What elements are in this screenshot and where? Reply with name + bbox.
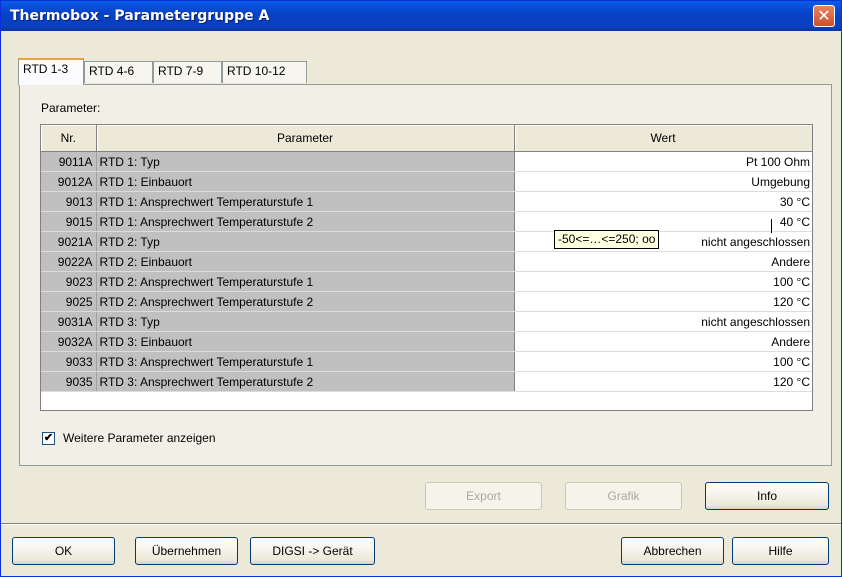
row-parameter: RTD 2: Typ — [96, 231, 515, 252]
window-title: Thermobox - Parametergruppe A — [10, 8, 270, 24]
close-icon[interactable]: ✕ — [813, 5, 835, 27]
row-nr: 9033 — [41, 351, 97, 372]
tab-rtd-4-6[interactable]: RTD 4-6 — [84, 61, 153, 83]
title-bar[interactable]: Thermobox - Parametergruppe A ✕ — [1, 1, 841, 31]
row-nr: 9015 — [41, 211, 97, 232]
text-cursor — [771, 219, 772, 233]
row-nr: 9035 — [41, 371, 97, 392]
row-value[interactable]: 30 °C — [514, 191, 812, 212]
row-nr: 9025 — [41, 291, 97, 312]
row-parameter: RTD 1: Ansprechwert Temperaturstufe 2 — [96, 211, 515, 232]
header-wert[interactable]: Wert — [514, 125, 812, 152]
row-value[interactable]: Umgebung — [514, 171, 812, 192]
parameter-section-label: Parameter: — [41, 101, 101, 115]
abbrechen-button[interactable]: Abbrechen — [621, 537, 724, 565]
row-value[interactable]: 100 °C — [514, 271, 812, 292]
row-value[interactable]: Andere — [514, 251, 812, 272]
row-nr: 9022A — [41, 251, 97, 272]
show-more-parameters-checkbox[interactable]: ✔ — [42, 432, 55, 445]
show-more-parameters-label[interactable]: Weitere Parameter anzeigen — [63, 431, 216, 445]
value-range-tooltip: -50<=…<=250; oo — [554, 230, 660, 249]
table-row[interactable]: 9023 RTD 2: Ansprechwert Temperaturstufe … — [41, 271, 812, 292]
row-nr: 9031A — [41, 311, 97, 332]
table-row[interactable]: 9033 RTD 3: Ansprechwert Temperaturstufe … — [41, 351, 812, 372]
separator — [1, 523, 841, 525]
header-parameter[interactable]: Parameter — [96, 125, 515, 152]
table-row[interactable]: 9015 RTD 1: Ansprechwert Temperaturstufe … — [41, 211, 812, 232]
row-nr: 9013 — [41, 191, 97, 212]
uebernehmen-button[interactable]: Übernehmen — [135, 537, 238, 565]
export-button[interactable]: Export — [425, 482, 542, 510]
ok-button[interactable]: OK — [12, 537, 115, 565]
table-row[interactable]: 9031A RTD 3: Typ nicht angeschlossen — [41, 311, 812, 332]
table-row[interactable]: 9032A RTD 3: Einbauort Andere — [41, 331, 812, 352]
tab-rtd-1-3[interactable]: RTD 1-3 — [18, 58, 84, 85]
row-value[interactable]: Andere — [514, 331, 812, 352]
tab-rtd-10-12[interactable]: RTD 10-12 — [222, 61, 307, 83]
info-button[interactable]: Info — [705, 482, 829, 510]
row-parameter: RTD 3: Typ — [96, 311, 515, 332]
row-parameter: RTD 1: Einbauort — [96, 171, 515, 192]
dialog-window: Thermobox - Parametergruppe A ✕ RTD 1-3 … — [0, 0, 842, 577]
row-parameter: RTD 2: Ansprechwert Temperaturstufe 2 — [96, 291, 515, 312]
row-parameter: RTD 3: Ansprechwert Temperaturstufe 1 — [96, 351, 515, 372]
table-row[interactable]: 9012A RTD 1: Einbauort Umgebung — [41, 171, 812, 192]
tab-rtd-7-9[interactable]: RTD 7-9 — [153, 61, 222, 83]
table-row[interactable]: 9021A RTD 2: Typ nicht angeschlossen — [41, 231, 812, 252]
row-parameter: RTD 3: Einbauort — [96, 331, 515, 352]
table-row[interactable]: 9011A RTD 1: Typ Pt 100 Ohm — [41, 151, 812, 172]
row-value[interactable]: 100 °C — [514, 351, 812, 372]
row-nr: 9032A — [41, 331, 97, 352]
row-nr: 9021A — [41, 231, 97, 252]
table-row[interactable]: 9022A RTD 2: Einbauort Andere — [41, 251, 812, 272]
hilfe-button[interactable]: Hilfe — [732, 537, 829, 565]
row-parameter: RTD 2: Ansprechwert Temperaturstufe 1 — [96, 271, 515, 292]
row-value[interactable]: nicht angeschlossen — [514, 311, 812, 332]
table-row[interactable]: 9013 RTD 1: Ansprechwert Temperaturstufe … — [41, 191, 812, 212]
row-nr: 9011A — [41, 151, 97, 172]
row-parameter: RTD 1: Ansprechwert Temperaturstufe 1 — [96, 191, 515, 212]
grafik-button[interactable]: Grafik — [565, 482, 682, 510]
table-row[interactable]: 9025 RTD 2: Ansprechwert Temperaturstufe … — [41, 291, 812, 312]
parameter-table[interactable]: Nr. Parameter Wert 9011A RTD 1: Typ Pt 100… — [40, 124, 813, 411]
row-parameter: RTD 1: Typ — [96, 151, 515, 172]
row-parameter: RTD 2: Einbauort — [96, 251, 515, 272]
table-row[interactable]: 9035 RTD 3: Ansprechwert Temperaturstufe … — [41, 371, 812, 392]
row-value[interactable]: 40 °C — [514, 211, 812, 232]
row-nr: 9023 — [41, 271, 97, 292]
row-value[interactable]: 120 °C — [514, 371, 812, 392]
row-nr: 9012A — [41, 171, 97, 192]
digsi-to-device-button[interactable]: DIGSI -> Gerät — [250, 537, 375, 565]
row-value[interactable]: Pt 100 Ohm — [514, 151, 812, 172]
row-value[interactable]: 120 °C — [514, 291, 812, 312]
header-nr[interactable]: Nr. — [41, 125, 97, 152]
row-parameter: RTD 3: Ansprechwert Temperaturstufe 2 — [96, 371, 515, 392]
